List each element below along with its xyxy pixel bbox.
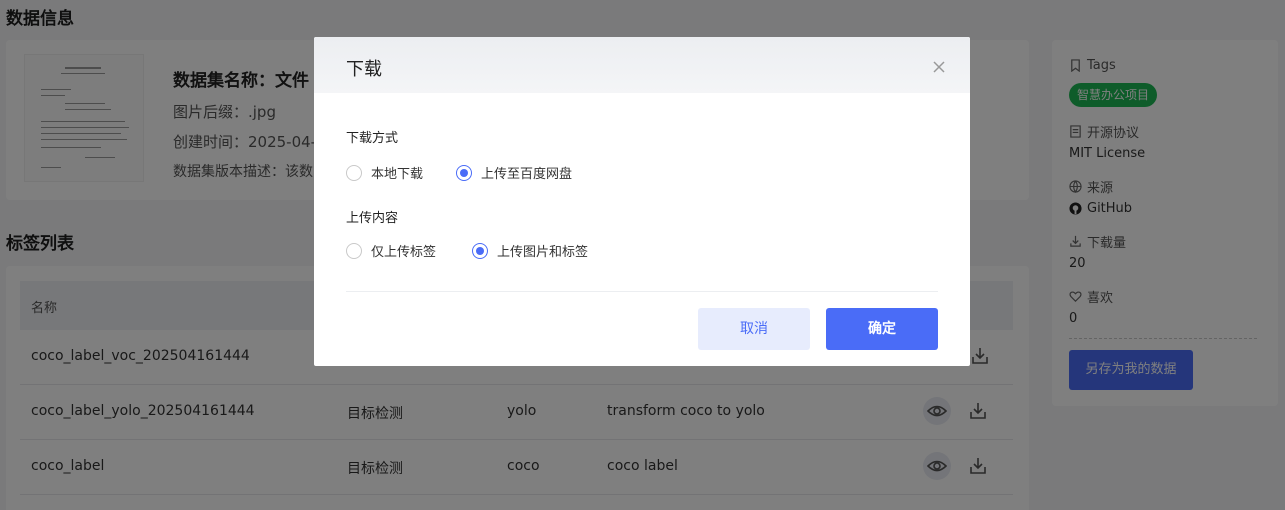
radio-circle xyxy=(346,164,362,181)
close-icon[interactable] xyxy=(931,59,947,75)
radio-upload-images-and-labels[interactable]: 上传图片和标签 xyxy=(472,241,588,260)
modal-divider xyxy=(346,291,938,292)
radio-label: 上传图片和标签 xyxy=(497,245,589,260)
radio-circle-selected xyxy=(456,164,472,181)
radio-circle-selected xyxy=(472,242,488,259)
radio-label: 仅上传标签 xyxy=(371,245,437,260)
radio-label: 本地下载 xyxy=(371,167,424,182)
cancel-button[interactable]: 取消 xyxy=(698,308,810,350)
radio-upload-baidu[interactable]: 上传至百度网盘 xyxy=(456,163,572,182)
radio-upload-labels-only[interactable]: 仅上传标签 xyxy=(346,241,436,260)
radio-label: 上传至百度网盘 xyxy=(481,167,573,182)
modal-header xyxy=(314,37,970,93)
modal-title: 下载 xyxy=(346,59,382,80)
download-method-label: 下载方式 xyxy=(346,131,399,146)
confirm-button[interactable]: 确定 xyxy=(826,308,938,350)
download-modal: 下载 下载方式 本地下载 上传至百度网盘 上传内容 仅上传标签 上传图片和标签 … xyxy=(314,37,970,366)
radio-local-download[interactable]: 本地下载 xyxy=(346,163,423,182)
upload-content-label: 上传内容 xyxy=(346,211,399,226)
radio-circle xyxy=(346,242,362,259)
